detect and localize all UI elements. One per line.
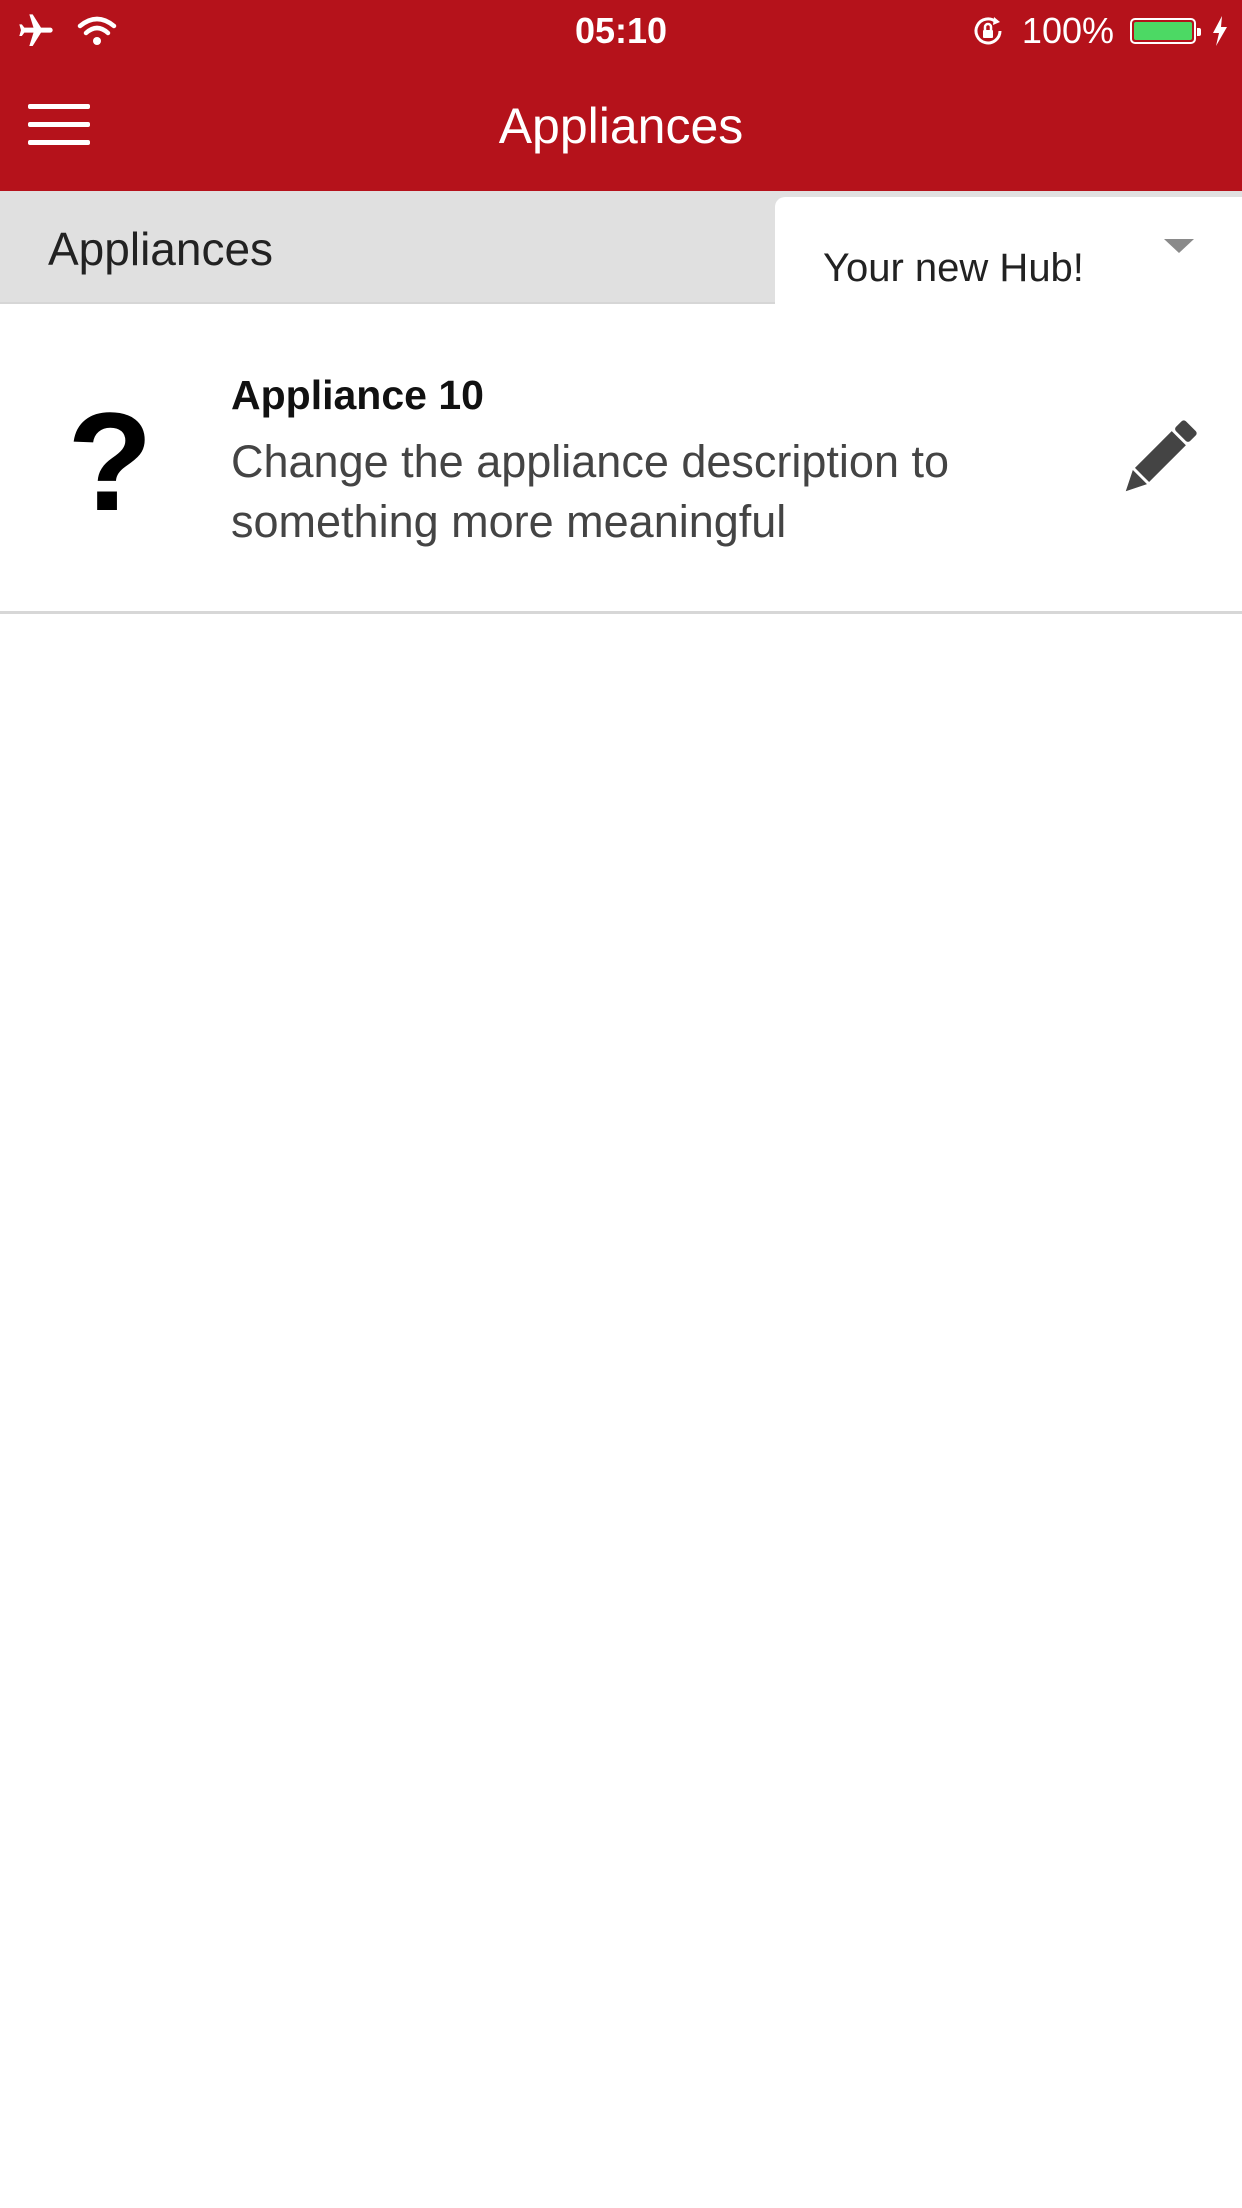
appliances-screen: 05:10 100% Appliances Appliances Your ne… xyxy=(0,0,1242,2208)
battery-level-fill xyxy=(1134,22,1192,40)
app-header: 05:10 100% Appliances xyxy=(0,0,1242,191)
hub-selector-dropdown[interactable]: Your new Hub! xyxy=(775,197,1242,304)
rotation-lock-icon xyxy=(974,17,1002,45)
caret-down-icon xyxy=(1164,239,1194,253)
page-title: Appliances xyxy=(498,98,744,154)
battery-percentage: 100% xyxy=(1021,10,1114,51)
question-mark-icon: ? xyxy=(67,383,153,540)
hub-selector-value: Your new Hub! xyxy=(823,246,1084,290)
appliance-description: Change the appliance description to some… xyxy=(231,436,950,547)
section-title: Appliances xyxy=(48,223,274,275)
charging-bolt-icon xyxy=(1213,16,1227,46)
pencil-edit-icon[interactable] xyxy=(1112,411,1206,505)
appliance-name: Appliance 10 xyxy=(231,372,484,418)
battery-nub xyxy=(1197,28,1201,36)
status-bar-right: 100% xyxy=(970,10,1228,52)
appliance-list-item[interactable]: ? Appliance 10 Change the appliance desc… xyxy=(0,304,1242,614)
battery-icon xyxy=(1130,18,1201,44)
